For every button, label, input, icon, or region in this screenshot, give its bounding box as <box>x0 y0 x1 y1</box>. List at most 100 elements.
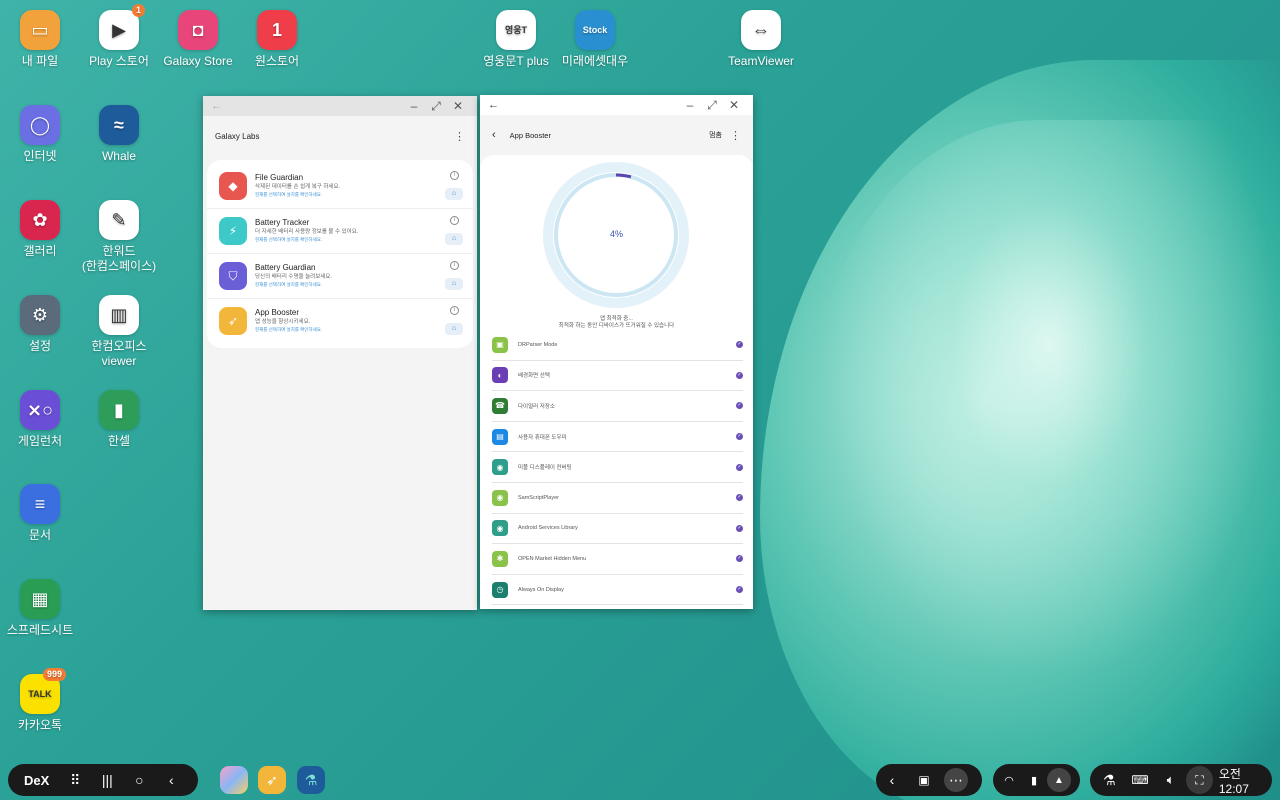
feature-description: 더 자세한 배터리 사용량 정보를 볼 수 있어요. <box>255 229 359 235</box>
home-icon[interactable]: ○ <box>123 764 155 796</box>
back-icon[interactable]: ‹ <box>155 764 187 796</box>
desktop-icon[interactable]: ✿ 갤러리 <box>0 200 80 259</box>
desktop-icon[interactable]: ≈ Whale <box>79 105 159 164</box>
feature-text: File Guardian 삭제된 데이터를 손 쉽게 복구 하세요. 현재를 선택… <box>255 172 340 198</box>
feature-icon: ➶ <box>219 307 247 335</box>
desktop-icon[interactable]: ⇔ TeamViewer <box>721 10 801 69</box>
store-bag-icon[interactable]: ⌂ <box>445 278 463 290</box>
desktop-icon-label: Whale <box>101 149 136 163</box>
optimized-app-row: ▣ DRParser Mode ✓ <box>492 330 743 361</box>
back-arrow-icon[interactable]: ← <box>211 100 222 112</box>
desktop-icon[interactable]: ▥ 한컴오피스 viewer <box>79 295 159 369</box>
desktop-icon[interactable]: ◘ Galaxy Store <box>158 10 238 69</box>
clock-time[interactable]: 오전 12:07 <box>1219 765 1272 796</box>
store-bag-icon[interactable]: ⌂ <box>445 188 463 200</box>
desktop-icon[interactable]: ▮ 한셀 <box>79 390 159 449</box>
info-icon[interactable]: i <box>450 216 459 225</box>
store-bag-icon[interactable]: ⌂ <box>445 233 463 245</box>
app-icon: ≡ <box>20 484 60 524</box>
desktop-icon-label: 인터넷 <box>23 149 57 163</box>
back-arrow-icon[interactable]: ← <box>488 99 499 111</box>
app-icon: ✱ <box>492 550 508 567</box>
minimize-icon[interactable]: – <box>403 99 425 113</box>
desktop-icon-label: 설정 <box>28 339 52 353</box>
app-icon: ▥ <box>99 295 139 335</box>
feature-title: Battery Tracker <box>255 218 310 227</box>
desktop-icon-label: Galaxy Store <box>163 54 233 68</box>
desktop-icon[interactable]: ≡ 문서 <box>0 484 80 543</box>
info-icon[interactable]: i <box>450 261 459 270</box>
feature-title: Battery Guardian <box>255 263 316 272</box>
desktop-icon[interactable]: 영웅T 영웅문T plus <box>476 10 556 69</box>
feature-row[interactable]: ◆ File Guardian 삭제된 데이터를 손 쉽게 복구 하세요. 현재를 선… <box>207 164 473 209</box>
feature-row[interactable]: ⛉ Battery Guardian 당신의 배터리 수명을 늘려보세요. 현재를 선… <box>207 254 473 299</box>
feature-install-link[interactable]: 현재를 선택하여 설치를 확인하세요. <box>255 326 322 333</box>
dex-button[interactable]: DeX <box>24 773 49 788</box>
more-dots-icon[interactable]: ⋯ <box>944 768 968 792</box>
close-icon[interactable]: ✕ <box>723 98 745 112</box>
desktop-icon[interactable]: ▦ 스프레드시트 <box>0 579 80 638</box>
stop-button[interactable]: 멈춤 <box>709 130 722 140</box>
check-icon: ✓ <box>736 524 743 532</box>
progress-ring <box>543 162 689 308</box>
notification-badge: 999 <box>42 668 66 681</box>
keyboard-icon[interactable]: ⌨ <box>1125 764 1156 796</box>
feature-install-link[interactable]: 현재를 선택하여 설치를 확인하세요. <box>255 191 340 198</box>
labs-flask-icon[interactable]: ⚗ <box>1094 764 1125 796</box>
optimized-app-row: ✱ OPEN Market Hidden Menu ✓ <box>492 544 743 575</box>
feature-row[interactable]: ➶ App Booster 앱 성능을 향상시키세요. 현재를 선택하여 설치를 확인… <box>207 299 473 344</box>
desktop-icon[interactable]: ▶ 1 Play 스토어 <box>79 4 159 69</box>
feature-row[interactable]: ⚡ Battery Tracker 더 자세한 배터리 사용량 정보를 볼 수 있어… <box>207 209 473 254</box>
desktop-icon[interactable]: ▭ 내 파일 <box>0 10 80 69</box>
minimize-icon[interactable]: – <box>679 98 701 112</box>
desktop-icon[interactable]: ✎ 한워드 (한컴스페이스) <box>79 200 159 274</box>
screen-capture-icon[interactable]: ⛶ <box>1186 766 1213 794</box>
screenshot-icon[interactable]: ▣ <box>908 764 940 796</box>
recents-icon[interactable]: ||| <box>91 764 123 796</box>
more-options-icon[interactable]: ⋮ <box>730 129 741 142</box>
app-icon: ✿ <box>20 200 60 240</box>
galaxy-labs-window: ← – ⤢ ✕ Galaxy Labs ⋮ ◆ File Guardian 삭제된 … <box>203 96 477 610</box>
collapse-chevron-icon[interactable]: ‹ <box>876 764 908 796</box>
app-icon: ◘ <box>178 10 218 50</box>
desktop-icon[interactable]: Stock 미래에셋대우 <box>555 10 635 69</box>
desktop-icon[interactable]: ⚙ 설정 <box>0 295 80 354</box>
maximize-icon[interactable]: ⤢ <box>425 99 447 114</box>
feature-description: 앱 성능을 향상시키세요. <box>255 319 311 325</box>
store-bag-icon[interactable]: ⌂ <box>445 323 463 335</box>
app-icon: ▤ <box>492 428 508 445</box>
app-icon: ⚙ <box>20 295 60 335</box>
maximize-icon[interactable]: ⤢ <box>701 98 723 113</box>
app-icon: Stock <box>575 10 615 50</box>
check-icon: ✓ <box>736 586 743 594</box>
info-icon[interactable]: i <box>450 171 459 180</box>
taskbar-app-labs[interactable]: ⚗ <box>297 766 325 794</box>
desktop-icon-label: 한셀 <box>107 434 131 448</box>
optimized-app-row: ☎ 다이얼러 저장소 ✓ <box>492 391 743 422</box>
page-title: Galaxy Labs <box>215 131 260 141</box>
optimized-app-row: ◉ Android Services Library ✓ <box>492 514 743 545</box>
feature-icon: ⚡ <box>219 217 247 245</box>
window-titlebar[interactable]: ← – ⤢ ✕ <box>480 95 753 115</box>
taskbar-app-booster[interactable]: ➶ <box>258 766 286 794</box>
feature-install-link[interactable]: 현재를 선택하여 설치를 확인하세요. <box>255 236 358 243</box>
desktop-icon[interactable]: ◯ 인터넷 <box>0 105 80 164</box>
taskbar-app-bixby[interactable] <box>220 766 248 794</box>
desktop-icon[interactable]: 1 원스토어 <box>237 10 317 69</box>
close-icon[interactable]: ✕ <box>447 99 469 113</box>
volume-icon[interactable]: 🔈︎ <box>1155 764 1186 796</box>
expand-up-icon[interactable]: ▲ <box>1047 768 1071 792</box>
optimized-app-row: ◉ SamScriptPlayer ✓ <box>492 483 743 514</box>
info-icon[interactable]: i <box>450 306 459 315</box>
window-titlebar[interactable]: ← – ⤢ ✕ <box>203 96 477 116</box>
desktop-icon-label: 문서 <box>28 528 52 542</box>
apps-grid-icon[interactable]: ⠿ <box>59 764 91 796</box>
feature-text: Battery Guardian 당신의 배터리 수명을 늘려보세요. 현재를 선택… <box>255 262 332 288</box>
feature-description: 삭제된 데이터를 손 쉽게 복구 하세요. <box>255 184 341 190</box>
desktop-icon[interactable]: TALK 999 카카오톡 <box>0 668 80 733</box>
desktop-icon[interactable]: ⨯○ 게임런처 <box>0 390 80 449</box>
feature-install-link[interactable]: 현재를 선택하여 설치를 확인하세요. <box>255 281 332 288</box>
check-icon: ✓ <box>736 463 743 471</box>
more-options-icon[interactable]: ⋮ <box>454 130 465 143</box>
back-chevron-icon[interactable]: ‹ <box>492 129 496 141</box>
